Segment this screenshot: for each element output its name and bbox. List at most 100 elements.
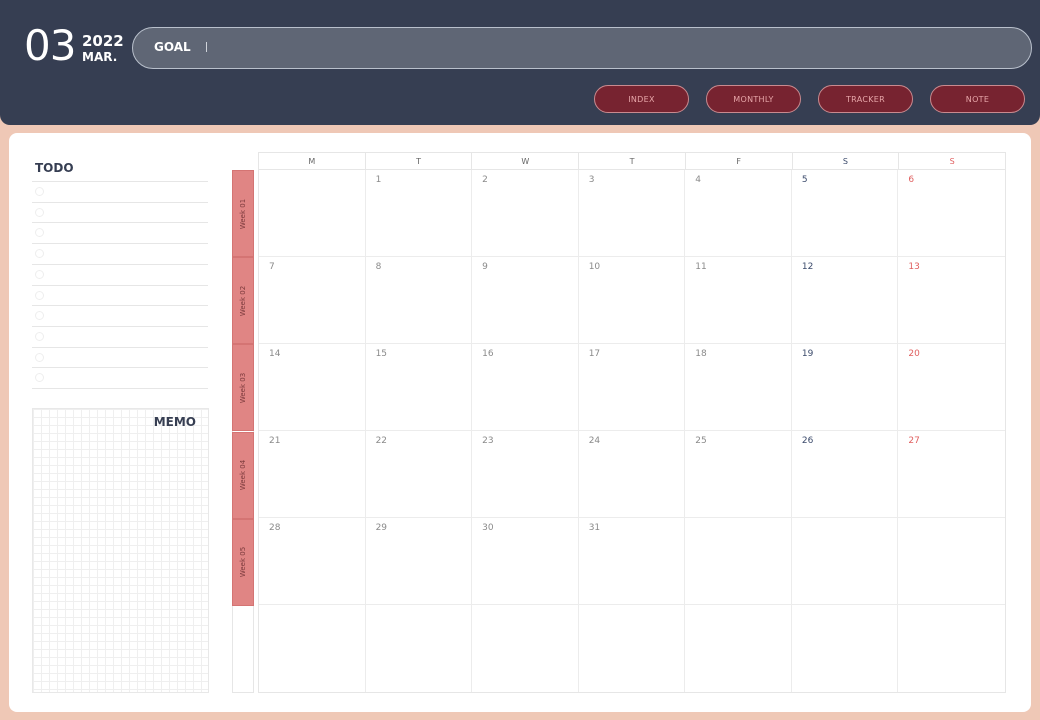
week-tab[interactable]: Week 02 [232, 257, 254, 345]
calendar-day-cell[interactable]: 29 [365, 518, 473, 605]
calendar-day-cell[interactable]: 10 [578, 257, 686, 344]
week-tab[interactable]: Week 04 [232, 431, 254, 519]
index-button[interactable]: INDEX [594, 85, 689, 113]
todo-checkbox[interactable] [35, 290, 44, 300]
memo-grid[interactable]: MEMO [32, 408, 209, 693]
calendar-day-cell[interactable]: 6 [898, 170, 1005, 257]
calendar-date: 19 [801, 349, 814, 359]
weekday-label: M [259, 153, 366, 169]
calendar-day-cell[interactable]: 25 [685, 431, 792, 518]
calendar-grid: 1 2 3 4 5 6 7 8 9 10 11 12 13 14 15 16 17 18 19 20 21 22 23 24 2… [258, 170, 1006, 693]
calendar-day-cell[interactable]: 21 [259, 431, 366, 518]
calendar-date: 27 [908, 436, 920, 446]
week-tab[interactable]: Week 05 [232, 518, 254, 606]
calendar-day-cell[interactable]: 27 [898, 431, 1005, 518]
calendar-day-cell[interactable]: 7 [259, 257, 366, 344]
week-label: Week 03 [239, 372, 247, 404]
calendar-date: 10 [588, 262, 601, 272]
month-number: 03 [24, 21, 76, 70]
calendar-day-cell[interactable]: 14 [259, 344, 366, 431]
weekday-label: S [949, 156, 955, 166]
calendar-date: 4 [695, 175, 702, 185]
tracker-button[interactable]: TRACKER [818, 85, 913, 113]
todo-checkbox[interactable] [35, 207, 44, 217]
calendar-day-cell[interactable]: 28 [259, 518, 366, 605]
calendar-day-cell[interactable]: 11 [685, 257, 792, 344]
calendar-day-cell[interactable]: 26 [791, 431, 899, 518]
calendar-day-cell[interactable] [792, 605, 899, 692]
calendar-date: 11 [695, 262, 707, 272]
weekday-label: W [472, 153, 580, 169]
todo-checkbox[interactable] [35, 331, 44, 341]
calendar-day-cell[interactable]: 19 [791, 344, 899, 431]
calendar-day-cell[interactable]: 23 [472, 431, 579, 518]
calendar-date: 29 [375, 523, 388, 533]
weekday-label: T [579, 153, 686, 169]
calendar-date: 2 [482, 175, 488, 185]
todo-title: TODO [35, 161, 74, 175]
todo-divider [32, 243, 208, 245]
weekday-label: S [793, 153, 900, 169]
calendar-date: 30 [482, 523, 494, 533]
week-tab[interactable]: Week 03 [232, 344, 254, 432]
calendar-day-cell[interactable] [898, 605, 1005, 692]
todo-checkbox[interactable] [35, 311, 44, 321]
calendar-day-cell[interactable]: 3 [578, 170, 686, 257]
calendar-date: 26 [801, 436, 814, 446]
calendar-date: 31 [588, 523, 601, 533]
week-tab[interactable]: Week 01 [232, 170, 254, 258]
goal-input[interactable] [205, 37, 1005, 59]
week-label: Week 01 [239, 198, 247, 229]
calendar-day-cell[interactable]: 12 [791, 257, 899, 344]
todo-checkbox[interactable] [35, 373, 44, 383]
calendar-day-cell[interactable] [259, 605, 366, 692]
todo-checkbox[interactable] [35, 187, 44, 196]
calendar-day-cell[interactable] [685, 518, 792, 605]
week-label: Week 02 [239, 285, 247, 316]
calendar-date: 7 [269, 262, 275, 272]
note-button[interactable]: NOTE [930, 85, 1025, 113]
goal-label: GOAL [154, 40, 191, 54]
calendar-day-cell[interactable]: 18 [685, 344, 792, 431]
calendar-day-cell[interactable]: 24 [578, 431, 686, 518]
planner-page: TODO MEMO Week 01 Week 02 Week 03 Week 04 We… [9, 133, 1031, 712]
calendar-day-cell[interactable] [685, 605, 792, 692]
calendar-day-cell[interactable]: 31 [578, 518, 686, 605]
calendar-date: 28 [269, 523, 281, 533]
todo-checkbox[interactable] [35, 228, 44, 238]
calendar-day-cell[interactable]: 8 [365, 257, 473, 344]
calendar-day-cell[interactable]: 15 [365, 344, 473, 431]
calendar-day-cell[interactable]: 17 [578, 344, 686, 431]
todo-checkbox[interactable] [35, 352, 44, 362]
calendar-day-cell[interactable]: 2 [472, 170, 579, 257]
todo-divider [32, 305, 208, 307]
calendar-day-cell[interactable]: 30 [472, 518, 579, 605]
todo-divider [32, 201, 208, 203]
goal-bar[interactable]: GOAL [132, 27, 1032, 69]
calendar-day-cell[interactable]: 13 [898, 257, 1005, 344]
calendar-day-cell[interactable]: 5 [791, 170, 899, 257]
calendar-day-cell[interactable]: 22 [365, 431, 473, 518]
calendar-day-cell[interactable] [259, 170, 366, 257]
todo-divider [32, 388, 208, 389]
calendar-date: 5 [801, 175, 808, 185]
todo-divider [32, 263, 208, 265]
calendar-day-cell[interactable] [472, 605, 579, 692]
memo-title: MEMO [153, 415, 196, 429]
calendar-day-cell[interactable]: 16 [472, 344, 579, 431]
calendar-date: 14 [269, 349, 281, 359]
calendar-day-cell[interactable]: 1 [365, 170, 473, 257]
todo-checkbox[interactable] [35, 249, 44, 259]
year-label: 2022 [82, 32, 124, 50]
calendar-day-cell[interactable] [898, 518, 1005, 605]
calendar-day-cell[interactable] [791, 518, 899, 605]
todo-divider [32, 367, 208, 369]
calendar-day-cell[interactable]: 4 [685, 170, 792, 257]
calendar-day-cell[interactable]: 9 [472, 257, 579, 344]
todo-checkbox[interactable] [35, 269, 44, 279]
calendar-day-cell[interactable] [579, 605, 686, 692]
calendar-day-cell[interactable]: 20 [898, 344, 1005, 431]
monthly-button[interactable]: MONTHLY [706, 85, 801, 113]
calendar-date: 16 [482, 349, 494, 359]
calendar-day-cell[interactable] [366, 605, 473, 692]
